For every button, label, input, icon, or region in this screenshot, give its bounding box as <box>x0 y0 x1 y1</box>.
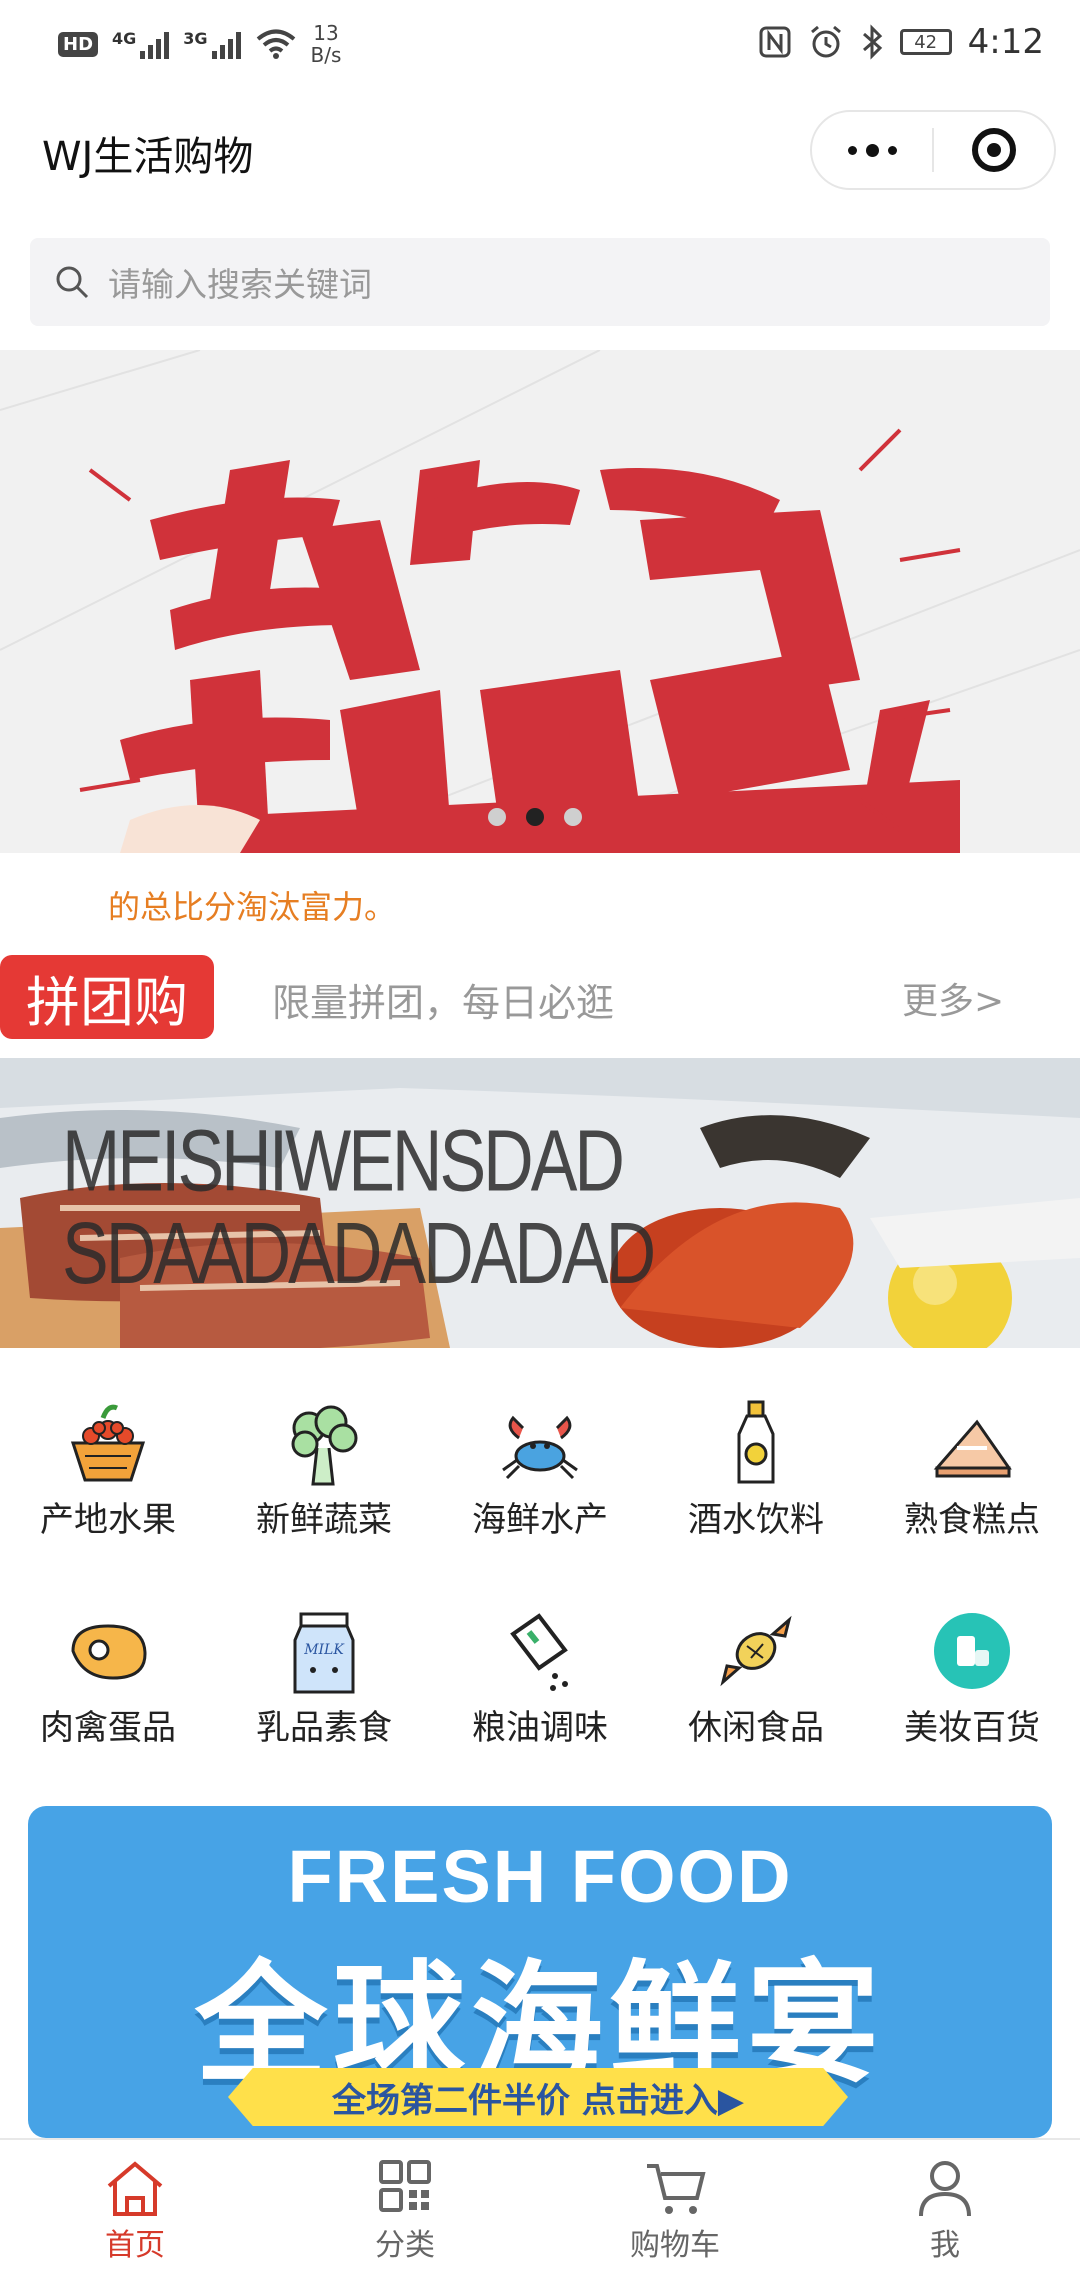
nfc-icon <box>759 26 791 58</box>
battery-icon: 42 <box>899 29 952 55</box>
category-label: 酒水饮料 <box>688 1500 824 1540</box>
network-3g-icon: 3G <box>183 29 241 59</box>
wifi-icon <box>256 29 295 59</box>
carousel-dot[interactable] <box>564 808 582 826</box>
miniprogram-capsule <box>810 110 1056 190</box>
category-item-seafood[interactable]: 海鲜水产 <box>432 1398 648 1541</box>
category-label: 新鲜蔬菜 <box>256 1500 392 1540</box>
tab-label: 首页 <box>105 2228 165 2263</box>
meat-icon <box>71 1624 147 1680</box>
banner-image <box>0 350 1080 853</box>
search-icon <box>56 266 89 299</box>
category-label: 休闲食品 <box>688 1708 824 1748</box>
status-left: HD 4G 3G 13 B/s <box>58 22 341 66</box>
page-title: WJ生活购物 <box>42 134 254 180</box>
bottle-icon <box>737 1400 775 1484</box>
category-icon <box>379 2160 431 2212</box>
home-icon <box>107 2161 163 2216</box>
tab-home[interactable]: 首页 <box>0 2140 270 2282</box>
close-miniprogram-button[interactable] <box>934 112 1054 188</box>
category-item-dairy[interactable]: MILK 乳品素食 <box>216 1606 432 1749</box>
category-label: 产地水果 <box>40 1500 176 1540</box>
tab-category[interactable]: 分类 <box>270 2140 540 2282</box>
more-menu-button[interactable] <box>812 112 932 188</box>
cosmetics-icon <box>934 1613 1010 1689</box>
category-item-grain-oil[interactable]: 粮油调味 <box>432 1606 648 1749</box>
cart-icon <box>647 2164 706 2214</box>
hd-icon: HD <box>58 31 99 57</box>
alarm-icon <box>810 25 841 58</box>
search-input[interactable]: 请输入搜索关键词 <box>30 238 1050 326</box>
promo-title-en: FRESH FOOD <box>287 1835 793 1918</box>
carousel-indicators <box>488 808 582 826</box>
status-right: 42 4:12 <box>758 22 1044 62</box>
category-label: 海鲜水产 <box>472 1500 608 1540</box>
promo-banner[interactable]: FRESH FOOD 全球海鲜宴 全场第二件半价 点击进入▶ <box>28 1806 1052 2138</box>
more-dots-icon <box>847 143 897 157</box>
group-buy-banner[interactable]: MEISHIWENSDAD SDAADADADADAD <box>0 1058 1080 1348</box>
tab-label: 我 <box>930 2228 960 2263</box>
group-buy-subtitle: 限量拼团，每日必逛 <box>272 981 615 1025</box>
tab-label: 分类 <box>375 2228 435 2263</box>
svg-text:MILK: MILK <box>303 1642 345 1658</box>
bluetooth-icon <box>862 24 882 60</box>
category-label: 肉禽蛋品 <box>40 1708 176 1748</box>
carousel-dot-active[interactable] <box>526 808 544 826</box>
broccoli-icon <box>291 1405 358 1486</box>
category-item-snacks[interactable]: 休闲食品 <box>648 1606 864 1749</box>
category-item-deli[interactable]: 熟食糕点 <box>864 1398 1080 1541</box>
net-speed: 13 B/s <box>310 21 342 67</box>
category-item-meat[interactable]: 肉禽蛋品 <box>0 1606 216 1749</box>
status-bar: HD 4G 3G 13 B/s 42 4:12 <box>0 0 1080 92</box>
food-banner-text: MEISHIWENSDAD SDAADADADADAD <box>62 1111 656 1302</box>
milk-icon: MILK <box>293 1612 355 1694</box>
category-item-drinks[interactable]: 酒水饮料 <box>648 1398 864 1541</box>
cake-icon <box>933 1419 1012 1478</box>
promo-ribbon: 全场第二件半价 点击进入▶ <box>228 2068 848 2126</box>
tab-label: 购物车 <box>630 2228 720 2263</box>
category-label: 乳品素食 <box>256 1708 392 1748</box>
category-item-fruit[interactable]: 产地水果 <box>0 1398 216 1541</box>
candy-icon <box>720 1615 792 1687</box>
category-label: 粮油调味 <box>472 1708 608 1748</box>
category-label: 美妆百货 <box>904 1708 1040 1748</box>
group-buy-badge: 拼团购 <box>0 955 214 1039</box>
tab-me[interactable]: 我 <box>810 2140 1080 2282</box>
carousel-dot[interactable] <box>488 808 506 826</box>
category-label: 熟食糕点 <box>904 1500 1040 1540</box>
search-placeholder: 请输入搜索关键词 <box>108 265 372 304</box>
scrolling-notice[interactable]: 的总比分淘汰富力。 <box>108 882 396 928</box>
clock: 4:12 <box>967 22 1044 62</box>
crab-icon <box>502 1415 578 1480</box>
category-item-cosmetics[interactable]: 美妆百货 <box>864 1606 1080 1749</box>
target-icon <box>972 128 1016 172</box>
bottom-tab-bar: 首页 分类 购物车 我 <box>0 2138 1080 2282</box>
network-4g-icon: 4G <box>112 29 170 59</box>
group-buy-more-link[interactable]: 更多> <box>902 972 1004 1024</box>
fruit-basket-icon <box>70 1404 146 1482</box>
user-icon <box>919 2161 971 2217</box>
category-item-vegetable[interactable]: 新鲜蔬菜 <box>216 1398 432 1541</box>
banner-carousel[interactable] <box>0 350 1080 853</box>
tab-cart[interactable]: 购物车 <box>540 2140 810 2282</box>
seasoning-icon <box>510 1613 568 1691</box>
